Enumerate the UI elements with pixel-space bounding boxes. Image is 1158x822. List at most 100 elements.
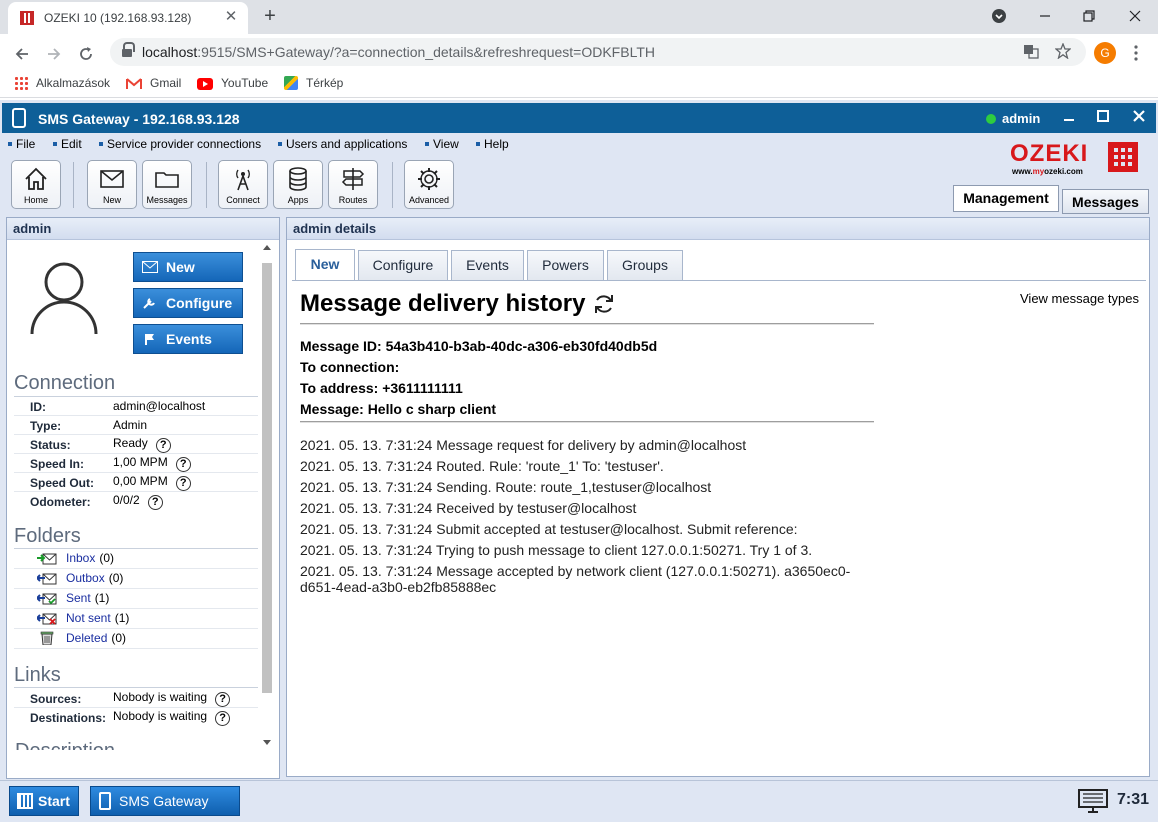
app-maximize-icon[interactable]	[1092, 107, 1114, 129]
help-icon[interactable]: ?	[215, 711, 231, 726]
monitor-icon[interactable]	[1078, 789, 1108, 813]
menu-users-and-applications[interactable]: Users and applications	[278, 137, 407, 151]
bookmark-youtube[interactable]: YouTube	[197, 76, 268, 90]
tab-groups[interactable]: Groups	[607, 250, 683, 280]
new-tab-button[interactable]: +	[258, 5, 282, 29]
database-icon	[289, 167, 307, 191]
ozeki-site-label: www.myozeki.com	[1012, 167, 1083, 176]
odometer-value: 0/0/2?	[113, 493, 163, 510]
view-message-types-link[interactable]: View message types	[1020, 291, 1139, 306]
app-close-icon[interactable]	[1128, 107, 1150, 129]
advanced-button[interactable]: Advanced	[404, 160, 454, 209]
translate-icon[interactable]	[1022, 43, 1040, 61]
profile-menu-icon[interactable]	[976, 0, 1022, 32]
tab-management[interactable]: Management	[953, 185, 1059, 212]
bookmarks-bar: Alkalmazások Gmail YouTube Térkép	[0, 72, 1158, 98]
bookmark-maps[interactable]: Térkép	[284, 76, 343, 90]
tab-events[interactable]: Events	[451, 250, 524, 280]
scroll-thumb[interactable]	[262, 263, 272, 693]
log-entry: 2021. 05. 13. 7:31:24 Routed. Rule: 'rou…	[300, 458, 664, 474]
folder-deleted[interactable]: Deleted (0)	[66, 631, 126, 645]
browser-tab[interactable]: OZEKI 10 (192.168.93.128) ✕	[8, 2, 248, 34]
folder-not-sent[interactable]: Not sent (1)	[66, 611, 129, 625]
folder-inbox[interactable]: Inbox (0)	[66, 551, 114, 565]
log-entry: 2021. 05. 13. 7:31:24 Message request fo…	[300, 437, 747, 453]
new-button-side[interactable]: New	[133, 252, 243, 282]
new-button[interactable]: New	[87, 160, 137, 209]
row-divider	[14, 707, 258, 708]
sent-icon	[37, 593, 57, 605]
menu-view[interactable]: View	[425, 137, 459, 151]
wrench-icon	[143, 298, 155, 309]
bookmark-apps[interactable]: Alkalmazások	[14, 76, 110, 90]
reload-icon[interactable]	[72, 40, 100, 68]
back-arrow-icon[interactable]	[8, 40, 36, 68]
menu-help[interactable]: Help	[476, 137, 509, 151]
close-window-icon[interactable]	[1112, 0, 1158, 32]
help-icon[interactable]: ?	[175, 457, 191, 472]
menu-file[interactable]: File	[8, 137, 35, 151]
taskbar-sms-gateway[interactable]: SMS Gateway	[90, 786, 240, 816]
apps-grid-icon	[14, 76, 28, 90]
row-divider	[14, 628, 258, 629]
row-divider	[14, 453, 258, 454]
section-divider	[14, 396, 258, 397]
events-button[interactable]: Events	[133, 324, 243, 354]
folder-outbox[interactable]: Outbox (0)	[66, 571, 123, 585]
folder-sent[interactable]: Sent (1)	[66, 591, 109, 605]
help-icon[interactable]: ?	[147, 495, 163, 510]
configure-button[interactable]: Configure	[133, 288, 243, 318]
ozeki-logo[interactable]: OZEKI www.myozeki.com	[1010, 140, 1140, 180]
tab-new[interactable]: New	[295, 249, 355, 281]
connect-button[interactable]: Connect	[218, 160, 268, 209]
connection-type-value: Admin	[113, 418, 148, 432]
home-button[interactable]: Home	[11, 160, 61, 209]
description-section-title: Description	[15, 740, 115, 750]
tab-messages[interactable]: Messages	[1062, 189, 1149, 214]
log-entry: 2021. 05. 13. 7:31:24 Sending. Route: ro…	[300, 479, 712, 495]
trash-icon	[40, 631, 54, 645]
menu-edit[interactable]: Edit	[53, 137, 82, 151]
tab-configure[interactable]: Configure	[358, 250, 448, 280]
antenna-icon	[236, 169, 250, 191]
links-section-title: Links	[14, 664, 61, 686]
to-connection: To connection:	[300, 359, 400, 375]
outbox-icon	[37, 573, 57, 585]
maps-icon	[284, 76, 298, 90]
help-icon[interactable]: ?	[175, 476, 191, 491]
toolbar-separator	[73, 162, 74, 208]
scroll-up-icon[interactable]	[262, 243, 272, 252]
close-tab-icon[interactable]: ✕	[222, 8, 240, 26]
profile-avatar[interactable]: G	[1094, 42, 1116, 64]
log-entry: 2021. 05. 13. 7:31:24 Trying to push mes…	[300, 542, 813, 558]
toolbar-separator	[392, 162, 393, 208]
apps-button[interactable]: Apps	[273, 160, 323, 209]
message-text: Message: Hello c sharp client	[300, 401, 497, 417]
help-icon[interactable]: ?	[155, 438, 171, 453]
odometer-label: Odometer:	[30, 495, 91, 509]
connection-id-value: admin@localhost	[113, 399, 206, 413]
refresh-icon[interactable]	[592, 292, 616, 316]
current-user[interactable]: admin	[1002, 111, 1040, 126]
row-divider	[14, 608, 258, 609]
routes-button[interactable]: Routes	[328, 160, 378, 209]
restore-window-icon[interactable]	[1066, 0, 1112, 32]
menu-service-provider-connections[interactable]: Service provider connections	[99, 137, 261, 151]
bookmark-star-icon[interactable]	[1054, 42, 1072, 61]
messages-button[interactable]: Messages	[142, 160, 192, 209]
taskbar: Start SMS Gateway 7:31	[0, 780, 1158, 822]
bookmark-gmail[interactable]: Gmail	[126, 76, 181, 93]
description-clip: Description	[7, 736, 259, 750]
scroll-down-icon[interactable]	[262, 739, 272, 748]
forward-arrow-icon[interactable]	[40, 40, 68, 68]
sidebar-scrollbar[interactable]	[259, 241, 275, 753]
tab-powers[interactable]: Powers	[527, 250, 604, 280]
toolbar-separator	[206, 162, 207, 208]
start-button[interactable]: Start	[9, 786, 79, 816]
ozeki-logo-icon	[1108, 142, 1138, 172]
help-icon[interactable]: ?	[215, 692, 231, 707]
minimize-window-icon[interactable]	[1022, 0, 1068, 32]
app-minimize-icon[interactable]	[1058, 107, 1080, 129]
browser-menu-icon[interactable]	[1128, 41, 1144, 65]
address-bar[interactable]: localhost:9515/SMS+Gateway/?a=connection…	[110, 38, 1086, 66]
